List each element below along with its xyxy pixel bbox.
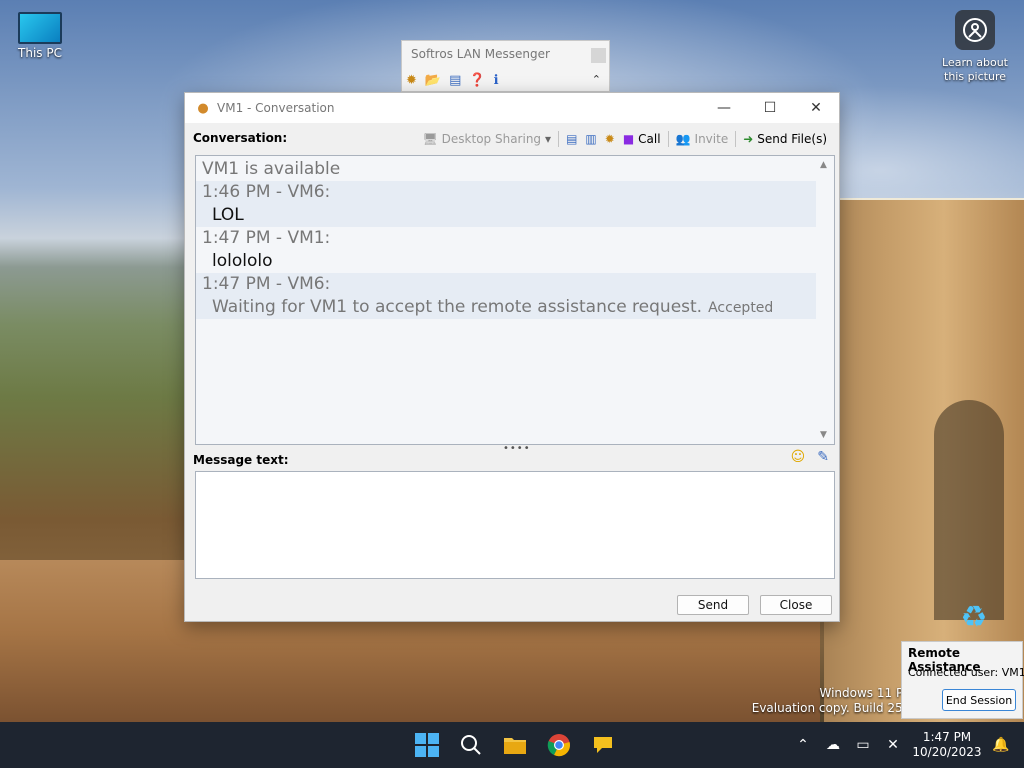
file-explorer-button[interactable]	[498, 728, 532, 762]
contact-card-icon: ▥	[585, 132, 597, 146]
send-files-button[interactable]: ➜ Send File(s)	[739, 129, 831, 149]
send-file-icon: ➜	[743, 132, 754, 146]
chat-bubble-icon	[594, 737, 612, 753]
pane-splitter-handle[interactable]: ••••	[503, 443, 530, 454]
lan-messenger-title: Softros LAN Messenger	[411, 47, 550, 61]
message-text: LOL	[196, 204, 816, 227]
toolbar-divider	[735, 131, 737, 147]
lan-toolbar: ✹ 📂 ▤ ❓ ℹ	[406, 73, 499, 88]
chrome-icon	[547, 734, 570, 757]
gear-icon: ✹	[604, 132, 615, 146]
remote-assist-request-text: Waiting for VM1 to accept the remote ass…	[212, 297, 703, 317]
invite-users-icon: 👥	[675, 132, 691, 146]
conversation-history[interactable]: VM1 is available 1:46 PM - VM6: LOL 1:47…	[195, 155, 835, 445]
conversation-scrollbar[interactable]: ▲ ▼	[817, 156, 834, 444]
start-button[interactable]	[410, 728, 444, 762]
search-button[interactable]	[454, 728, 488, 762]
monitor-icon	[18, 12, 62, 44]
chrome-button[interactable]	[542, 728, 576, 762]
folder-icon	[504, 738, 526, 754]
toolbar-divider	[667, 131, 669, 147]
contact-card-button[interactable]: ▥	[581, 129, 600, 149]
message-header: 1:47 PM - VM6:	[196, 273, 816, 296]
message-tools: ☺ ✎	[791, 449, 829, 465]
conversation-label: Conversation:	[193, 131, 288, 145]
maximize-button[interactable]: ☐	[747, 93, 793, 123]
taskbar-apps	[410, 728, 620, 762]
conversation-window[interactable]: ● VM1 - Conversation — ☐ ✕ Conversation:…	[184, 92, 840, 622]
taskbar: ⌃ ☁ ▭ ✕ 1:47 PM 10/20/2023 🔔	[0, 722, 1024, 768]
settings-button[interactable]: ✹	[601, 129, 619, 149]
call-label: Call	[638, 132, 661, 146]
history-book-icon: ▤	[566, 132, 578, 146]
scroll-down-icon[interactable]: ▼	[820, 430, 827, 440]
close-button[interactable]: Close	[760, 595, 832, 615]
desktop-sharing-label: Desktop Sharing	[441, 132, 542, 146]
call-button[interactable]: ■ Call	[619, 129, 665, 149]
message-text: Waiting for VM1 to accept the remote ass…	[196, 296, 816, 319]
taskbar-clock[interactable]: 1:47 PM 10/20/2023	[908, 730, 986, 760]
learn-label-line2: this picture	[944, 70, 1006, 83]
clock-time: 1:47 PM	[922, 730, 972, 744]
help-icon[interactable]: ❓	[469, 73, 485, 88]
scroll-up-icon[interactable]: ▲	[820, 160, 827, 170]
message-input[interactable]	[195, 471, 835, 579]
emoji-icon[interactable]: ☺	[791, 449, 806, 465]
onedrive-icon[interactable]: ☁	[818, 737, 848, 753]
message-header: 1:46 PM - VM6:	[196, 181, 816, 204]
recycle-bin-icon[interactable]: ♻	[952, 596, 996, 640]
chat-lines: VM1 is available 1:46 PM - VM6: LOL 1:47…	[196, 158, 816, 319]
conversation-titlebar[interactable]: ● VM1 - Conversation — ☐ ✕	[185, 93, 839, 123]
info-icon[interactable]: ℹ	[494, 73, 499, 88]
search-icon	[461, 735, 481, 755]
invite-label: Invite	[694, 132, 729, 146]
lan-messenger-taskbar-button[interactable]	[586, 728, 620, 762]
message-text: lolololo	[212, 251, 273, 271]
end-session-button[interactable]: End Session	[942, 689, 1016, 711]
close-window-button[interactable]: ✕	[793, 93, 839, 123]
this-pc-label: This PC	[18, 46, 62, 60]
minimize-button[interactable]: —	[701, 93, 747, 123]
invite-button[interactable]: 👥 Invite	[672, 129, 733, 149]
folder-icon[interactable]: 📂	[425, 73, 441, 88]
learn-label-line1: Learn about	[942, 56, 1008, 69]
send-files-label: Send File(s)	[757, 132, 827, 146]
camera-icon	[955, 10, 995, 50]
settings-gear-icon[interactable]: ✹	[406, 73, 417, 88]
dropdown-arrow-icon: ▾	[545, 132, 552, 146]
desktop-sharing-icon: 🖥	[422, 132, 438, 146]
user-icon: ●	[197, 100, 209, 116]
windows-logo-icon	[415, 733, 439, 757]
accepted-status: Accepted	[708, 300, 774, 316]
message-text-label: Message text:	[193, 453, 289, 467]
lan-messenger-window[interactable]: Softros LAN Messenger ✹ 📂 ▤ ❓ ℹ ⌃	[401, 40, 610, 92]
network-icon[interactable]: ▭	[848, 737, 878, 753]
conversation-toolbar: 🖥 Desktop Sharing ▾ ▤ ▥ ✹ ■ Call 👥 Invit…	[418, 129, 831, 149]
lan-close-button[interactable]	[591, 48, 606, 63]
status-line: VM1 is available	[202, 159, 341, 179]
notification-bell-icon[interactable]: 🔔	[986, 737, 1016, 753]
connected-user-text: Connected user: VM1	[908, 666, 1024, 679]
conversation-title: VM1 - Conversation	[217, 101, 335, 115]
toolbar-divider	[558, 131, 560, 147]
history-button[interactable]: ▤	[562, 129, 581, 149]
history-icon[interactable]: ▤	[449, 73, 461, 88]
video-camera-icon: ■	[622, 132, 635, 146]
send-button[interactable]: Send	[677, 595, 749, 615]
desktop-sharing-button[interactable]: 🖥 Desktop Sharing ▾	[418, 129, 555, 149]
volume-muted-icon[interactable]: ✕	[878, 737, 908, 753]
wallpaper-bridge-arch	[934, 400, 1004, 620]
learn-about-picture-widget[interactable]: Learn about this picture	[938, 10, 1012, 84]
formatting-icon[interactable]: ✎	[817, 449, 829, 465]
system-tray: ⌃ ☁ ▭ ✕ 1:47 PM 10/20/2023 🔔	[788, 722, 1024, 768]
message-header: 1:47 PM - VM1:	[202, 228, 331, 248]
clock-date: 10/20/2023	[912, 745, 982, 759]
chevron-up-icon[interactable]: ⌃	[788, 737, 818, 753]
window-controls: — ☐ ✕	[701, 93, 839, 123]
this-pc-shortcut[interactable]: This PC	[12, 8, 68, 60]
remote-assistance-panel: Remote Assistance Connected user: VM1 En…	[901, 641, 1024, 719]
chevron-up-icon[interactable]: ⌃	[592, 73, 601, 86]
